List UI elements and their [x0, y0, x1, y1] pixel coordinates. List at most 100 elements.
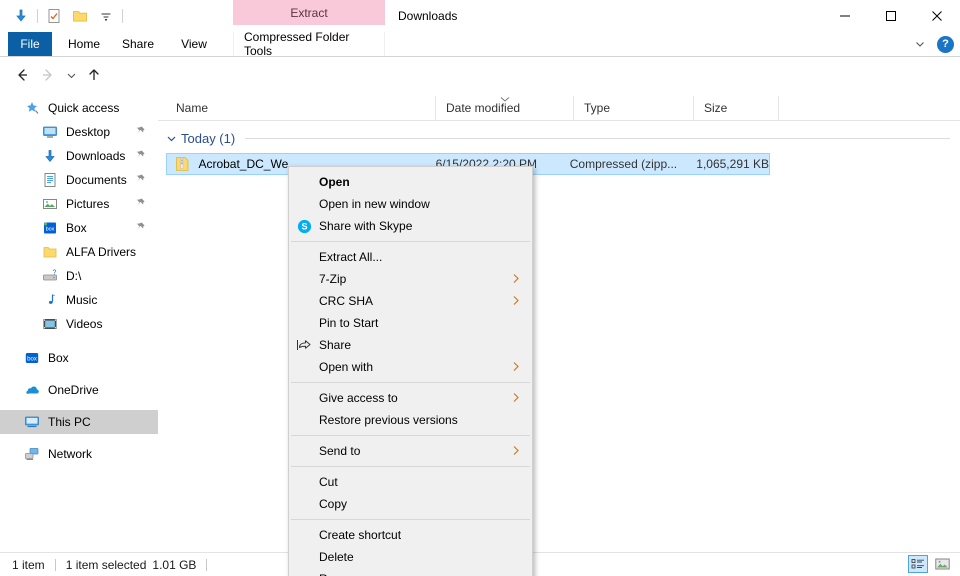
- status-selection-size: 1.01 GB: [152, 557, 197, 572]
- contextual-tab-header: Extract: [233, 0, 385, 25]
- column-label: Size: [704, 101, 728, 115]
- menu-item-share[interactable]: Share: [289, 334, 532, 356]
- tab-home[interactable]: Home: [60, 32, 108, 56]
- menu-item-open-with[interactable]: Open with: [289, 356, 532, 378]
- chevron-right-icon: [510, 444, 522, 457]
- file-list-pane: Name Date modified Type Size Today (1) A…: [158, 95, 960, 552]
- menu-item-delete[interactable]: Delete: [289, 546, 532, 568]
- menu-item-rename[interactable]: Rename: [289, 568, 532, 576]
- title-bar: Extract Downloads: [0, 0, 960, 32]
- back-button[interactable]: [10, 63, 34, 87]
- tab-compressed-folder-tools[interactable]: Compressed Folder Tools: [233, 30, 385, 58]
- properties-icon[interactable]: [41, 3, 67, 29]
- status-text: 1 item 1 item selected 1.01 GB: [12, 553, 217, 576]
- sidebar-item-videos[interactable]: Videos: [0, 312, 158, 336]
- status-item-count: 1 item: [12, 557, 45, 572]
- onedrive-cloud-icon: [22, 381, 42, 399]
- pin-icon[interactable]: [134, 197, 146, 209]
- group-header-today[interactable]: Today (1): [166, 127, 956, 149]
- pin-icon[interactable]: [134, 149, 146, 161]
- downloads-arrow-icon[interactable]: [8, 3, 34, 29]
- sidebar-item-downloads[interactable]: Downloads: [0, 144, 158, 168]
- zip-file-icon: [173, 156, 192, 172]
- details-view-button[interactable]: [908, 555, 928, 573]
- window-controls: [822, 0, 960, 32]
- close-button[interactable]: [914, 0, 960, 32]
- svg-text:box: box: [27, 357, 37, 363]
- menu-item-label: Open in new window: [319, 197, 430, 211]
- sidebar-item-desktop[interactable]: Desktop: [0, 120, 158, 144]
- sidebar-item-d-drive[interactable]: ? D:\: [0, 264, 158, 288]
- downloads-arrow-icon: [40, 147, 60, 165]
- menu-item-open[interactable]: Open: [289, 171, 532, 193]
- sidebar-item-documents[interactable]: Documents: [0, 168, 158, 192]
- sidebar-item-label: Box: [66, 221, 87, 235]
- menu-item-label: Open: [319, 175, 350, 189]
- sidebar-item-alfa-drivers[interactable]: ALFA Drivers: [0, 240, 158, 264]
- large-icons-view-button[interactable]: [932, 555, 952, 573]
- column-header-type[interactable]: Type: [573, 95, 693, 121]
- menu-item-crc-sha[interactable]: CRC SHA: [289, 290, 532, 312]
- sidebar-item-quick-access[interactable]: Quick access: [0, 96, 158, 120]
- pictures-icon: [40, 195, 60, 213]
- column-header-date-modified[interactable]: Date modified: [435, 95, 573, 121]
- menu-item-label: Give access to: [319, 391, 398, 405]
- menu-separator: [291, 519, 530, 520]
- chevron-down-icon[interactable]: [166, 133, 177, 144]
- pin-icon[interactable]: [134, 125, 146, 137]
- menu-item-label: 7-Zip: [319, 272, 347, 286]
- maximize-button[interactable]: [868, 0, 914, 32]
- chevron-down-icon[interactable]: [911, 35, 929, 53]
- new-folder-icon[interactable]: [67, 3, 93, 29]
- status-divider: [54, 558, 56, 571]
- network-icon: [22, 445, 42, 463]
- svg-text:?: ?: [53, 270, 57, 277]
- pin-icon[interactable]: [134, 221, 146, 233]
- quick-access-toolbar: [8, 0, 126, 32]
- sidebar-item-network[interactable]: Network: [0, 442, 158, 466]
- tab-share[interactable]: Share: [112, 32, 164, 56]
- pin-icon[interactable]: [134, 173, 146, 185]
- menu-separator: [291, 382, 530, 383]
- sidebar-item-onedrive[interactable]: OneDrive: [0, 378, 158, 402]
- sidebar-item-label: Network: [48, 447, 93, 461]
- menu-item-share-with-skype[interactable]: S Share with Skype: [289, 215, 532, 237]
- menu-item-restore-previous-versions[interactable]: Restore previous versions: [289, 409, 532, 431]
- file-explorer-window: Extract Downloads File Home Share View C…: [0, 0, 960, 576]
- menu-item-copy[interactable]: Copy: [289, 493, 532, 515]
- sidebar-item-music[interactable]: Music: [0, 288, 158, 312]
- menu-item-send-to[interactable]: Send to: [289, 440, 532, 462]
- recent-locations-button[interactable]: [62, 63, 80, 87]
- menu-item-7-zip[interactable]: 7-Zip: [289, 268, 532, 290]
- tab-view[interactable]: View: [170, 32, 218, 56]
- chevron-right-icon: [510, 272, 522, 285]
- sort-ascending-icon: [499, 92, 510, 106]
- sidebar-item-this-pc[interactable]: This PC: [0, 410, 158, 434]
- up-button[interactable]: [82, 63, 106, 87]
- customize-dropdown-icon[interactable]: [93, 3, 119, 29]
- minimize-button[interactable]: [822, 0, 868, 32]
- chevron-right-icon: [510, 294, 522, 307]
- column-label: Name: [176, 101, 209, 115]
- tab-file[interactable]: File: [8, 32, 52, 56]
- menu-item-pin-to-start[interactable]: Pin to Start: [289, 312, 532, 334]
- column-header-name[interactable]: Name: [158, 96, 435, 121]
- group-header-label: Today (1): [181, 130, 236, 146]
- help-icon[interactable]: ?: [937, 35, 954, 53]
- menu-item-create-shortcut[interactable]: Create shortcut: [289, 524, 532, 546]
- menu-item-open-in-new-window[interactable]: Open in new window: [289, 193, 532, 215]
- forward-button[interactable]: [36, 63, 60, 87]
- sidebar-item-pictures[interactable]: Pictures: [0, 192, 158, 216]
- menu-item-label: Delete: [319, 550, 354, 564]
- sidebar-item-label: Pictures: [66, 197, 110, 211]
- menu-item-label: Cut: [319, 475, 338, 489]
- menu-item-extract-all[interactable]: Extract All...: [289, 246, 532, 268]
- sidebar-item-label: Desktop: [66, 125, 111, 139]
- menu-item-give-access-to[interactable]: Give access to: [289, 387, 532, 409]
- sidebar-item-box-folder[interactable]: box Box: [0, 216, 158, 240]
- removable-drive-icon: ?: [40, 267, 60, 285]
- sidebar-item-box[interactable]: box Box: [0, 346, 158, 370]
- column-header-size[interactable]: Size: [693, 95, 778, 121]
- chevron-right-icon: [510, 391, 522, 404]
- menu-item-cut[interactable]: Cut: [289, 471, 532, 493]
